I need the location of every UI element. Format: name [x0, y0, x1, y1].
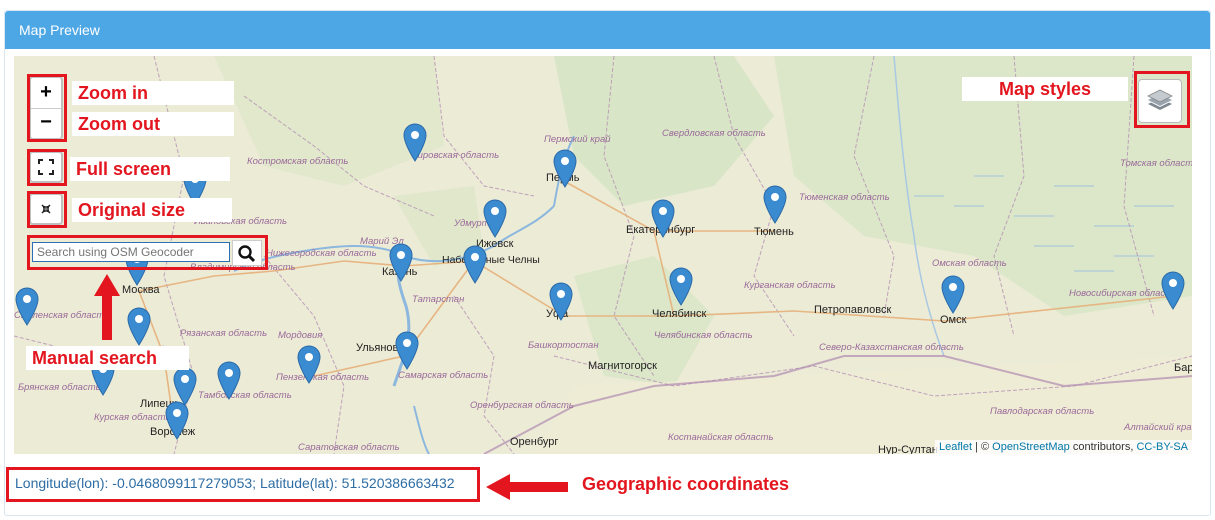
map-attribution: Leaflet | © OpenStreetMap contributors, … — [934, 440, 1192, 454]
city-label: Тюмень — [754, 226, 794, 238]
city-label: Оренбург — [510, 436, 559, 448]
map-marker[interactable] — [552, 148, 578, 188]
region-label: Челябинская область — [654, 330, 753, 341]
map-marker[interactable] — [164, 400, 190, 440]
map-marker[interactable] — [394, 330, 420, 370]
region-label: Томская область — [1120, 158, 1192, 169]
zoom-out-callout: Zoom out — [72, 112, 234, 136]
fullscreen-highlight — [27, 149, 67, 186]
city-label: Барнаул — [1174, 362, 1192, 374]
region-label: Свердловская область — [662, 128, 766, 139]
map-marker[interactable] — [216, 360, 242, 400]
region-label: Костанайская область — [668, 432, 774, 443]
manual-search-arrow — [94, 274, 120, 340]
region-label: Башкортостан — [528, 340, 599, 351]
full-screen-callout: Full screen — [70, 157, 230, 181]
region-label: Пермский край — [544, 134, 611, 145]
map-marker[interactable] — [126, 306, 152, 346]
region-label: Омская область — [932, 258, 1007, 269]
city-label: Нур-Султан — [878, 444, 938, 454]
region-label: Нижегородская область — [266, 248, 377, 259]
map-marker[interactable] — [762, 184, 788, 224]
manual-search-callout: Manual search — [26, 346, 189, 370]
region-label: Пензенская область — [276, 372, 370, 383]
panel-title: Map Preview — [5, 11, 1210, 49]
map-marker[interactable] — [1160, 270, 1186, 310]
map-marker[interactable] — [296, 344, 322, 384]
region-label: Костромская область — [247, 156, 349, 167]
city-label: Петропавловск — [814, 304, 892, 316]
zoom-in-callout: Zoom in — [72, 81, 234, 105]
region-label: Рязанская область — [180, 328, 268, 339]
map-marker[interactable] — [482, 198, 508, 238]
coordinates-callout: Geographic coordinates — [582, 474, 790, 494]
region-label: Курская область — [94, 412, 171, 423]
map-marker[interactable] — [940, 274, 966, 314]
attribution-contributors: contributors, — [1069, 441, 1137, 453]
city-label: Омск — [940, 314, 967, 326]
region-label: Северо-Казахстанская область — [819, 342, 964, 353]
region-label: Самарская область — [398, 370, 489, 381]
map-marker[interactable] — [388, 242, 414, 282]
region-label: Алтайский край — [1124, 422, 1192, 433]
search-highlight — [27, 235, 268, 270]
zoom-highlight — [27, 74, 67, 142]
region-label: Брянская область — [18, 382, 101, 393]
map-marker[interactable] — [548, 281, 574, 321]
region-label: Саратовская область — [298, 442, 400, 453]
region-label: Тамбовская область — [198, 390, 292, 401]
leaflet-link[interactable]: Leaflet — [939, 441, 972, 453]
region-label: Татарстан — [412, 294, 465, 305]
map-marker[interactable] — [14, 286, 40, 326]
map-styles-callout: Map styles — [962, 77, 1128, 101]
region-label: Тюменская область — [799, 192, 890, 203]
map-styles-highlight — [1134, 71, 1190, 128]
city-label: Магнитогорск — [588, 360, 657, 372]
region-label: Мордовия — [278, 330, 323, 341]
city-label: Челябинск — [652, 308, 707, 320]
region-label: Курганская область — [744, 280, 836, 291]
map-marker[interactable] — [650, 198, 676, 238]
original-size-highlight — [27, 191, 67, 228]
region-label: Оренбургская область — [470, 400, 574, 411]
attribution-separator: | © — [972, 441, 993, 453]
license-link[interactable]: CC-BY-SA — [1136, 441, 1188, 453]
region-label: Павлодарская область — [990, 406, 1095, 417]
map-marker[interactable] — [462, 244, 488, 284]
map-marker[interactable] — [402, 122, 428, 162]
coordinates-readout: Longitude(lon): -0.0468099117279053; Lat… — [15, 475, 455, 491]
osm-link[interactable]: OpenStreetMap — [992, 441, 1070, 453]
original-size-callout: Original size — [72, 198, 232, 222]
coordinates-arrow — [486, 474, 568, 500]
map-marker[interactable] — [668, 266, 694, 306]
